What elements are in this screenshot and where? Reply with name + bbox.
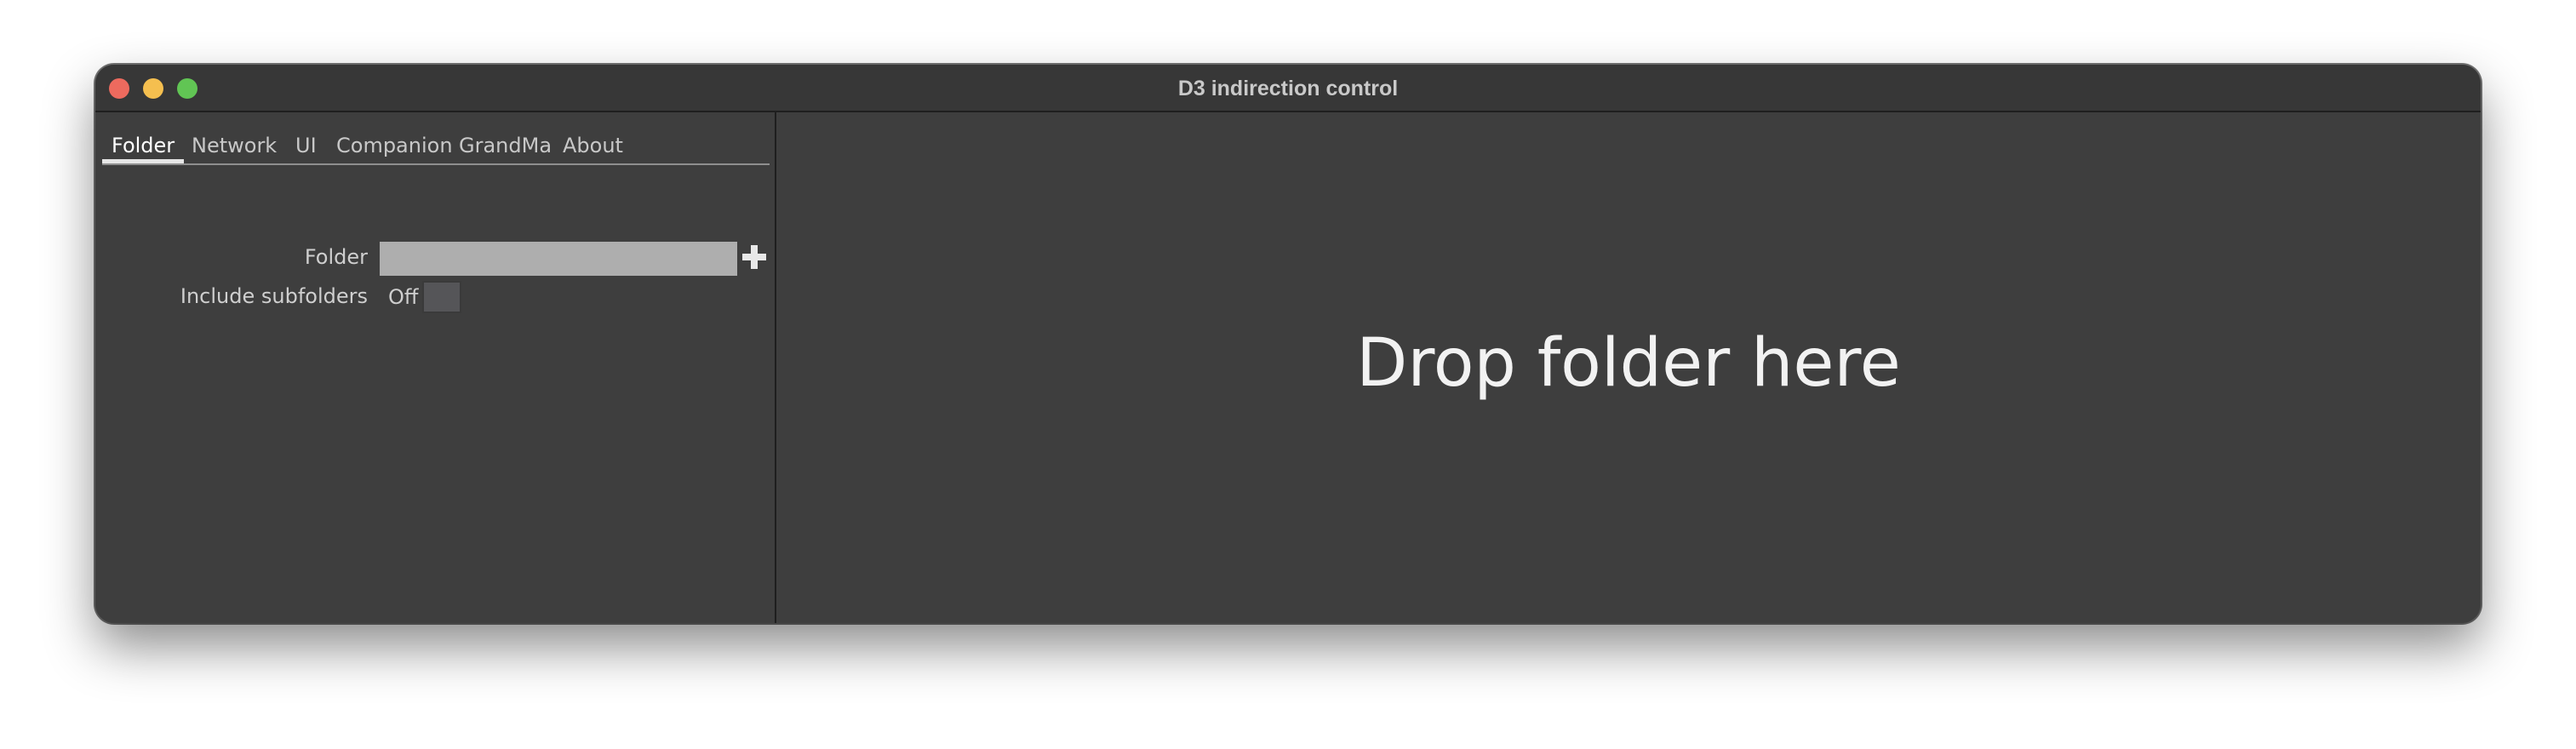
include-subfolders-toggle[interactable] [422,281,461,313]
drop-zone[interactable]: Drop folder here [776,112,2481,623]
tab-about[interactable]: About [553,131,633,163]
include-subfolders-state: Off [388,285,419,309]
tab-network[interactable]: Network [182,131,286,163]
title-bar[interactable]: D3 indirection control [95,65,2481,112]
tab-ui[interactable]: UI [286,131,326,163]
drop-folder-prompt: Drop folder here [1356,325,1901,402]
folder-path-input[interactable] [380,242,737,276]
tab-companion[interactable]: Companion [327,131,462,163]
tab-grandma[interactable]: GrandMa [449,131,561,163]
app-window: D3 indirection control Folder Network UI… [95,65,2481,623]
window-title: D3 indirection control [1177,77,1399,100]
plus-icon[interactable] [741,243,768,271]
tab-folder[interactable]: Folder [102,131,185,163]
include-subfolders-label: Include subfolders [180,284,368,308]
folder-label: Folder [304,245,368,269]
settings-panel: Folder Network UI Companion GrandMa Abou… [95,112,776,623]
settings-tabs: Folder Network UI Companion GrandMa Abou… [102,131,770,165]
